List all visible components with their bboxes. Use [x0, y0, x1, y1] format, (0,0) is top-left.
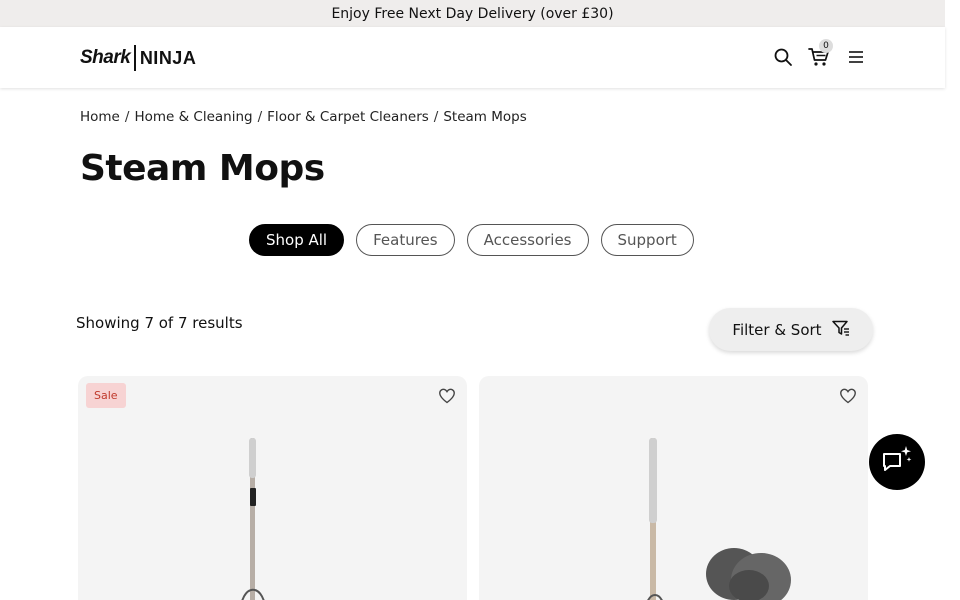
filter-icon [831, 320, 850, 340]
page-title: Steam Mops [80, 148, 325, 189]
tab-accessories[interactable]: Accessories [466, 224, 589, 256]
product-image-steam-mop-bundle [647, 438, 791, 600]
breadcrumb-home-cleaning[interactable]: Home & Cleaning [134, 109, 252, 125]
breadcrumb-steam-mops[interactable]: Steam Mops [443, 109, 526, 125]
product-card[interactable] [479, 376, 868, 600]
tab-support[interactable]: Support [600, 224, 694, 256]
product-image-steam-mop [241, 438, 265, 600]
logo-divider [134, 45, 136, 71]
filter-sort-label: Filter & Sort [732, 320, 822, 339]
chat-sparkle-icon [880, 444, 914, 480]
chat-button[interactable] [869, 434, 925, 490]
category-tabs: Shop All Features Accessories Support [249, 224, 694, 256]
sharkninja-logo[interactable]: Shark NINJA [80, 44, 196, 72]
site-header: Shark NINJA [0, 27, 945, 88]
breadcrumb-separator: / [124, 109, 130, 125]
breadcrumb-separator: / [257, 109, 263, 125]
logo-shark-text: Shark [80, 47, 131, 68]
results-count: Showing 7 of 7 results [76, 314, 243, 332]
filter-sort-button[interactable]: Filter & Sort [709, 308, 873, 351]
menu-icon[interactable] [844, 45, 868, 69]
logo-ninja-text: NINJA [139, 47, 197, 68]
search-icon[interactable] [771, 45, 795, 69]
cart-count-badge: 0 [819, 39, 833, 53]
tab-shop-all[interactable]: Shop All [249, 224, 345, 256]
breadcrumb-home[interactable]: Home [80, 109, 120, 125]
breadcrumb-separator: / [433, 109, 439, 125]
tab-features[interactable]: Features [356, 224, 455, 256]
product-card[interactable]: Sale [78, 376, 467, 600]
breadcrumb: Home / Home & Cleaning / Floor & Carpet … [80, 109, 527, 125]
promo-banner: Enjoy Free Next Day Delivery (over £30) [0, 0, 945, 27]
promo-text: Enjoy Free Next Day Delivery (over £30) [331, 5, 614, 22]
breadcrumb-floor-carpet[interactable]: Floor & Carpet Cleaners [267, 109, 429, 125]
